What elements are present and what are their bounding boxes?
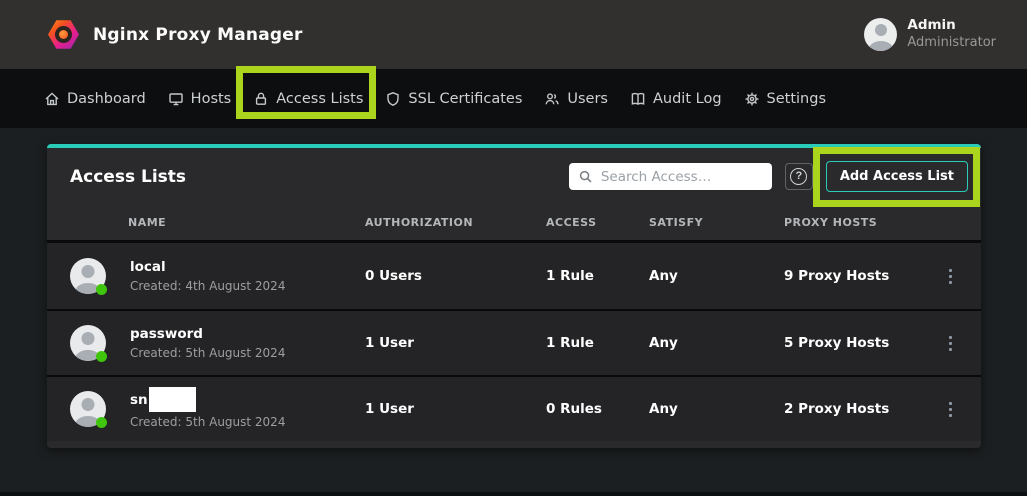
nav-item-audit-log[interactable]: Audit Log: [630, 91, 722, 107]
user-avatar: [864, 18, 897, 51]
status-dot: [96, 351, 107, 362]
help-button[interactable]: ?: [785, 163, 813, 190]
nav-item-settings[interactable]: Settings: [744, 91, 826, 107]
column-header-authorization: AUTHORIZATION: [365, 216, 546, 229]
add-access-list-button[interactable]: Add Access List: [826, 161, 968, 192]
access-list-name: password: [130, 326, 203, 342]
nav-label: Users: [567, 91, 608, 107]
monitor-icon: [168, 91, 184, 107]
column-header-access: ACCESS: [546, 216, 649, 229]
column-header-name: NAME: [47, 216, 365, 229]
avatar: [70, 325, 106, 361]
nav-item-users[interactable]: Users: [544, 91, 608, 107]
gear-icon: [744, 91, 760, 107]
row-actions-menu-icon[interactable]: [937, 263, 963, 289]
user-role: Administrator: [907, 35, 996, 52]
satisfy-value: Any: [649, 401, 757, 417]
access-list-name: sn: [130, 392, 148, 408]
authorization-value: 1 User: [365, 401, 546, 417]
satisfy-value: Any: [649, 268, 757, 284]
access-lists-panel: Access Lists ? Add Access List NAME AUTH…: [47, 144, 981, 448]
row-actions-menu-icon[interactable]: [937, 396, 963, 422]
column-header-proxy-hosts: PROXY HOSTS: [757, 216, 929, 229]
nav-item-dashboard[interactable]: Dashboard: [44, 91, 146, 107]
table-row[interactable]: sn Created: 5th August 2024 1 User 0 Rul…: [47, 375, 981, 441]
user-menu[interactable]: Admin Administrator: [864, 0, 996, 69]
nav-label: Access Lists: [276, 91, 363, 107]
nav-item-ssl-certificates[interactable]: SSL Certificates: [385, 91, 522, 107]
authorization-value: 1 User: [365, 335, 546, 351]
shield-icon: [385, 91, 401, 107]
search-box: [569, 163, 772, 190]
users-icon: [544, 91, 560, 107]
table-row[interactable]: password Created: 5th August 2024 1 User…: [47, 309, 981, 375]
search-input[interactable]: [601, 169, 763, 185]
main-nav: Dashboard Hosts Access Lists SSL Certifi…: [0, 69, 1027, 128]
app-title: Nginx Proxy Manager: [93, 25, 303, 45]
access-value: 1 Rule: [546, 335, 649, 351]
nav-label: Settings: [767, 91, 826, 107]
app-logo-icon: [48, 19, 79, 50]
table-row[interactable]: local Created: 4th August 2024 0 Users 1…: [47, 243, 981, 309]
authorization-value: 0 Users: [365, 268, 546, 284]
redaction-box: [149, 387, 196, 412]
nav-label: Dashboard: [67, 91, 146, 107]
status-dot: [96, 417, 107, 428]
table-header: NAME AUTHORIZATION ACCESS SATISFY PROXY …: [47, 205, 981, 243]
satisfy-value: Any: [649, 335, 757, 351]
avatar: [70, 258, 106, 294]
created-date: Created: 4th August 2024: [130, 279, 285, 293]
book-icon: [630, 91, 646, 107]
status-dot: [96, 284, 107, 295]
screen-bottom-edge: [0, 492, 1027, 496]
column-header-satisfy: SATISFY: [649, 216, 757, 229]
access-list-name: local: [130, 259, 166, 275]
row-actions-menu-icon[interactable]: [937, 330, 963, 356]
proxy-hosts-value: 9 Proxy Hosts: [757, 268, 929, 284]
nav-label: SSL Certificates: [408, 91, 522, 107]
question-icon: ?: [790, 168, 807, 185]
proxy-hosts-value: 5 Proxy Hosts: [757, 335, 929, 351]
nav-item-access-lists[interactable]: Access Lists: [253, 91, 363, 107]
created-date: Created: 5th August 2024: [130, 346, 285, 360]
avatar: [70, 391, 106, 427]
access-value: 1 Rule: [546, 268, 649, 284]
created-date: Created: 5th August 2024: [130, 415, 285, 429]
lock-icon: [253, 91, 269, 107]
search-icon: [578, 169, 593, 184]
user-name: Admin: [907, 17, 996, 35]
access-value: 0 Rules: [546, 401, 649, 417]
page-title: Access Lists: [70, 167, 186, 187]
nav-label: Hosts: [191, 91, 232, 107]
home-icon: [44, 91, 60, 107]
nav-item-hosts[interactable]: Hosts: [168, 91, 232, 107]
nav-label: Audit Log: [653, 91, 722, 107]
proxy-hosts-value: 2 Proxy Hosts: [757, 401, 929, 417]
app-header: Nginx Proxy Manager Admin Administrator: [0, 0, 1027, 69]
